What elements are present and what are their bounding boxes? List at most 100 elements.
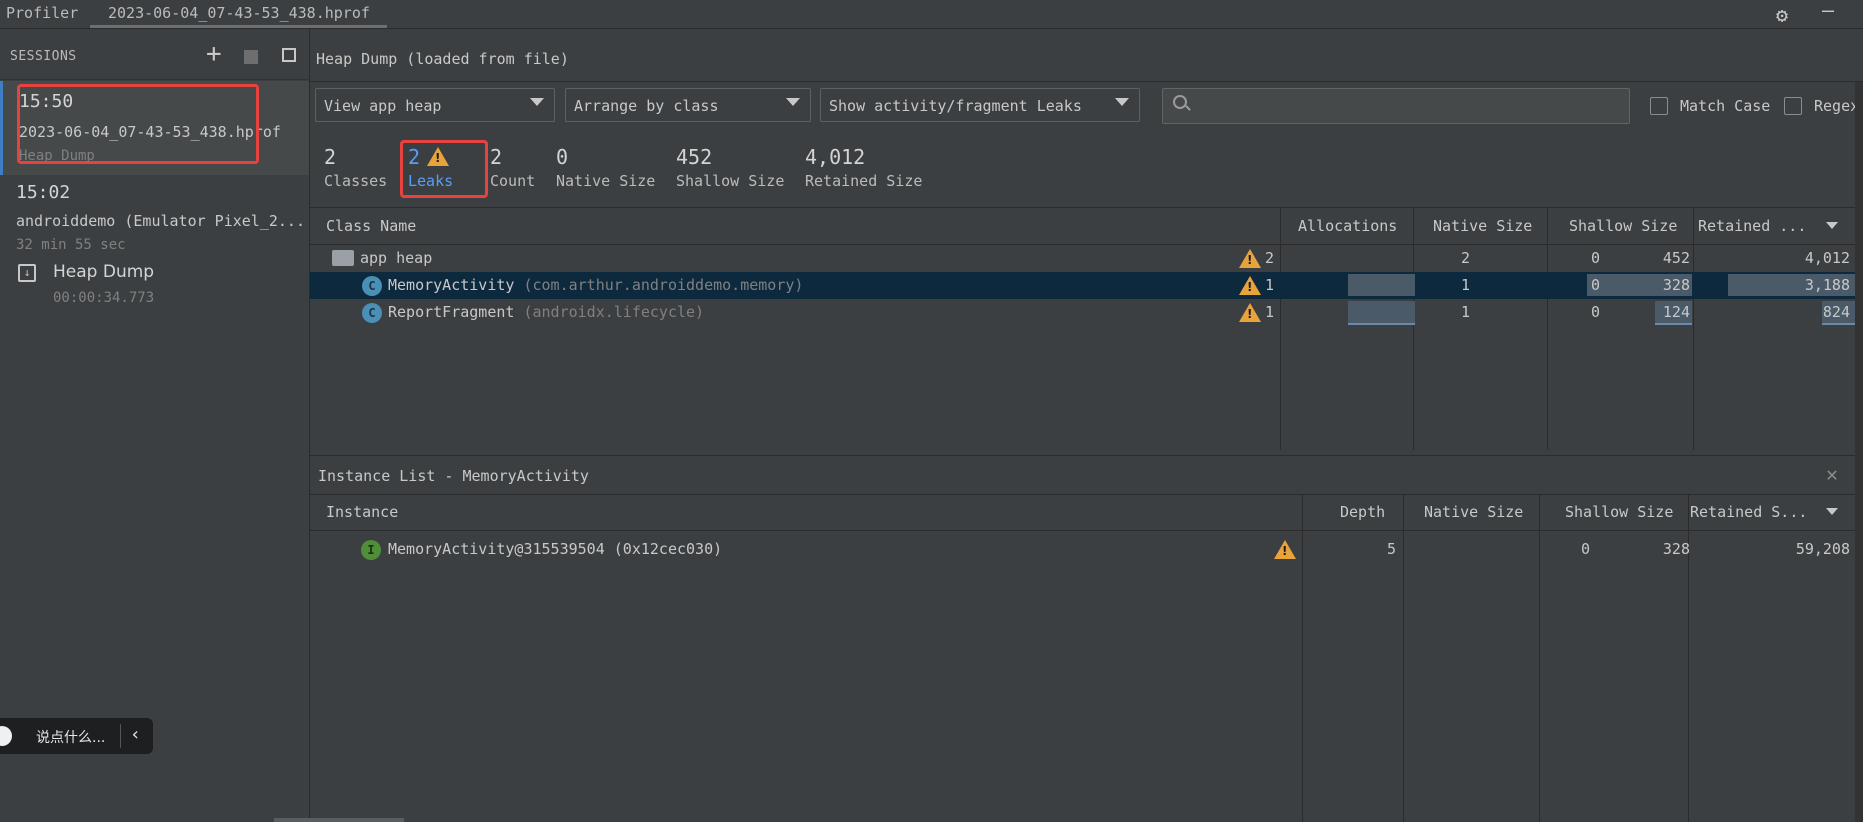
chevron-down-icon bbox=[530, 98, 544, 106]
regex-label: Regex bbox=[1814, 97, 1860, 115]
col-retained-size[interactable]: Retained ... bbox=[1698, 217, 1806, 235]
main-header: Heap Dump (loaded from file) bbox=[310, 29, 1863, 82]
stat-shallow-value: 452 bbox=[676, 145, 713, 169]
artifact-label[interactable]: Heap Dump bbox=[53, 262, 154, 282]
stat-native-value: 0 bbox=[556, 145, 569, 169]
native-size: 0 bbox=[1590, 249, 1600, 267]
warning-icon bbox=[1239, 249, 1261, 268]
shallow-size: 452 bbox=[1662, 249, 1690, 267]
search-input[interactable] bbox=[1162, 88, 1630, 124]
highlight-box-leaks bbox=[400, 140, 488, 198]
col-depth[interactable]: Depth bbox=[1340, 503, 1385, 521]
stat-count-label: Count bbox=[490, 172, 536, 190]
chevron-down-icon bbox=[786, 98, 800, 106]
retained-size: 3,188 bbox=[1804, 276, 1850, 294]
scrollbar[interactable] bbox=[274, 818, 404, 822]
chat-pill[interactable]: 说点什么... ‹ bbox=[0, 718, 153, 754]
depth: 5 bbox=[1386, 540, 1396, 558]
toggle-panel-icon[interactable] bbox=[282, 48, 296, 62]
allocations: 1 bbox=[1460, 303, 1470, 321]
instance-row[interactable]: I MemoryActivity@315539504 (0x12cec030) … bbox=[310, 536, 1863, 563]
match-case-checkbox[interactable] bbox=[1650, 97, 1668, 115]
gear-icon[interactable]: ⚙ bbox=[1776, 3, 1788, 27]
sessions-sidebar: SESSIONS + 15:50 2023-06-04_07-43-53_438… bbox=[0, 29, 310, 822]
retained-size: 4,012 bbox=[1804, 249, 1850, 267]
col-allocations[interactable]: Allocations bbox=[1298, 217, 1397, 235]
folder-icon bbox=[332, 250, 354, 266]
class-icon: C bbox=[362, 303, 382, 323]
session-time: 15:02 bbox=[16, 182, 71, 203]
tab-hprof-file[interactable]: 2023-06-04_07-43-53_438.hprof bbox=[108, 4, 370, 22]
match-case-label: Match Case bbox=[1680, 97, 1771, 115]
regex-checkbox[interactable] bbox=[1784, 97, 1802, 115]
col-class-name[interactable]: Class Name bbox=[326, 217, 416, 235]
chevron-down-icon bbox=[1115, 98, 1129, 106]
col-instance[interactable]: Instance bbox=[326, 503, 398, 521]
highlight-box-session bbox=[17, 84, 259, 164]
tab-profiler[interactable]: Profiler bbox=[6, 4, 78, 22]
native-size: 0 bbox=[1590, 303, 1600, 321]
col-native-size[interactable]: Native Size bbox=[1433, 217, 1532, 235]
instance-name: MemoryActivity@315539504 (0x12cec030) bbox=[388, 540, 723, 558]
class-icon: C bbox=[362, 276, 382, 296]
heap-select[interactable]: View app heap bbox=[315, 88, 555, 122]
session-item-2[interactable]: 15:02 androiddemo (Emulator Pixel_2... 3… bbox=[0, 176, 309, 336]
artifact-time: 00:00:34.773 bbox=[53, 290, 155, 306]
class-name: ReportFragment (androidx.lifecycle) bbox=[388, 303, 705, 321]
stat-classes-value: 2 bbox=[324, 145, 337, 169]
shallow-size: 328 bbox=[1662, 540, 1690, 558]
sessions-title: SESSIONS bbox=[10, 49, 77, 64]
emoji-icon[interactable] bbox=[0, 726, 12, 746]
col-retained-size[interactable]: Retained S... bbox=[1690, 503, 1807, 521]
retained-size: 824 bbox=[1822, 303, 1850, 321]
leak-count: 1 bbox=[1265, 303, 1275, 321]
table-row[interactable]: app heap 2 2 0 452 4,012 bbox=[310, 245, 1863, 272]
sessions-header: SESSIONS + bbox=[0, 29, 309, 80]
add-session-icon[interactable]: + bbox=[206, 41, 222, 67]
session-name: androiddemo (Emulator Pixel_2... bbox=[16, 212, 305, 230]
shallow-size: 328 bbox=[1662, 276, 1690, 294]
active-tab-indicator bbox=[90, 25, 387, 28]
sort-desc-icon[interactable] bbox=[1826, 222, 1838, 229]
minimize-icon[interactable]: — bbox=[1822, 0, 1834, 22]
instance-list-header: Instance List - MemoryActivity ✕ bbox=[310, 455, 1863, 495]
filter-select[interactable]: Show activity/fragment Leaks bbox=[820, 88, 1140, 122]
col-shallow-size[interactable]: Shallow Size bbox=[1565, 503, 1673, 521]
page-title: Heap Dump (loaded from file) bbox=[316, 50, 569, 68]
stat-count-value: 2 bbox=[490, 145, 503, 169]
col-shallow-size[interactable]: Shallow Size bbox=[1569, 217, 1677, 235]
right-gutter bbox=[1855, 82, 1863, 822]
sort-desc-icon[interactable] bbox=[1826, 508, 1838, 515]
native-size: 0 bbox=[1590, 276, 1600, 294]
stat-shallow-label: Shallow Size bbox=[676, 172, 785, 190]
allocations: 2 bbox=[1460, 249, 1470, 267]
stop-session-icon[interactable] bbox=[244, 50, 258, 64]
instance-table-header: Instance Depth Native Size Shallow Size … bbox=[310, 494, 1863, 531]
stat-retained-value: 4,012 bbox=[805, 145, 866, 169]
chevron-left-icon[interactable]: ‹ bbox=[130, 724, 141, 745]
retained-size: 59,208 bbox=[1795, 540, 1850, 558]
session-duration: 32 min 55 sec bbox=[16, 237, 126, 253]
class-table-header: Class Name Allocations Native Size Shall… bbox=[310, 207, 1863, 245]
close-icon[interactable]: ✕ bbox=[1826, 462, 1838, 486]
heap-dump-icon: ↓ bbox=[18, 264, 36, 282]
shallow-size: 124 bbox=[1662, 303, 1690, 321]
warning-icon bbox=[1239, 303, 1261, 322]
allocations: 1 bbox=[1460, 276, 1470, 294]
class-name: MemoryActivity (com.arthur.androiddemo.m… bbox=[388, 276, 804, 294]
class-name: app heap bbox=[360, 249, 433, 267]
col-native-size[interactable]: Native Size bbox=[1424, 503, 1523, 521]
stat-retained-label: Retained Size bbox=[805, 172, 923, 190]
chat-input-label[interactable]: 说点什么... bbox=[36, 727, 105, 747]
warning-icon bbox=[1274, 540, 1296, 559]
arrange-select[interactable]: Arrange by class bbox=[565, 88, 811, 122]
leak-count: 2 bbox=[1265, 249, 1275, 267]
table-row[interactable]: C ReportFragment (androidx.lifecycle) 1 … bbox=[310, 299, 1863, 326]
table-row-selected[interactable]: C MemoryActivity (com.arthur.androiddemo… bbox=[310, 272, 1863, 299]
instance-list-title: Instance List - MemoryActivity bbox=[318, 467, 589, 485]
warning-icon bbox=[1239, 276, 1261, 295]
native-size: 0 bbox=[1580, 540, 1590, 558]
instance-icon: I bbox=[361, 540, 381, 560]
stat-native-label: Native Size bbox=[556, 172, 656, 190]
leak-count: 1 bbox=[1265, 276, 1275, 294]
